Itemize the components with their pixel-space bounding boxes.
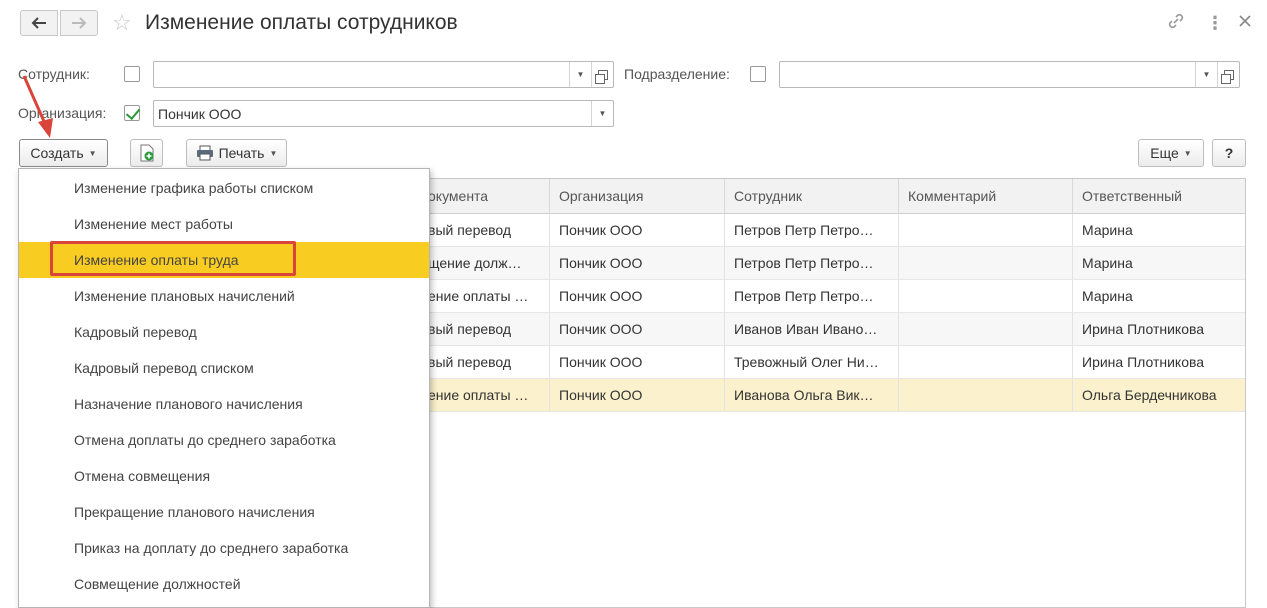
forward-button[interactable] — [60, 10, 98, 36]
menu-item[interactable]: Изменение мест работы — [19, 206, 429, 242]
table-cell: Тревожный Олег Ни… — [724, 346, 898, 378]
table-cell: Пончик ООО — [549, 313, 724, 345]
organization-checkbox[interactable] — [124, 105, 140, 121]
arrow-right-icon — [72, 17, 87, 29]
table-cell: Иванов Иван Ивано… — [724, 313, 898, 345]
table-cell: Ирина Плотникова — [1072, 346, 1247, 378]
table-cell: вый перевод — [428, 222, 512, 238]
arrow-left-icon — [31, 17, 46, 29]
close-icon[interactable] — [1237, 11, 1253, 35]
print-button-label: Печать — [218, 145, 265, 161]
more-vertical-icon[interactable]: ⋮ — [1206, 11, 1224, 35]
department-field[interactable]: ▼ — [779, 61, 1240, 88]
more-button-label: Еще — [1150, 145, 1179, 161]
organization-field[interactable]: Пончик ООО ▼ — [153, 100, 614, 127]
table-cell: ение оплаты … — [428, 288, 529, 304]
table-cell: Марина — [1072, 280, 1247, 312]
table-cell — [898, 379, 1072, 411]
help-button[interactable]: ? — [1212, 139, 1246, 167]
table-cell — [898, 247, 1072, 279]
menu-item[interactable]: Кадровый перевод списком — [19, 350, 429, 386]
chevron-down-icon[interactable]: ▼ — [1195, 62, 1217, 87]
table-cell: Ирина Плотникова — [1072, 313, 1247, 345]
chevron-down-icon: ▼ — [1183, 148, 1192, 158]
open-icon[interactable] — [591, 62, 613, 87]
table-cell: Ольга Бердечникова — [1072, 379, 1247, 411]
organization-value[interactable]: Пончик ООО — [154, 101, 591, 126]
table-cell: Пончик ООО — [549, 379, 724, 411]
star-icon[interactable]: ☆ — [112, 10, 132, 36]
employee-value[interactable] — [154, 62, 569, 87]
table-cell — [898, 346, 1072, 378]
employee-field[interactable]: ▼ — [153, 61, 614, 88]
table-cell — [898, 214, 1072, 246]
chevron-down-icon[interactable]: ▼ — [591, 101, 613, 126]
menu-item[interactable]: Прекращение планового начисления — [19, 494, 429, 530]
link-icon[interactable] — [1166, 11, 1186, 37]
table-cell: щение долж… — [428, 255, 522, 271]
print-button[interactable]: Печать ▼ — [186, 139, 287, 167]
create-menu: Изменение графика работы списком Изменени… — [18, 168, 430, 608]
menu-item[interactable]: Кадровый перевод — [19, 314, 429, 350]
chevron-down-icon: ▼ — [88, 148, 97, 158]
column-header-responsible[interactable]: Ответственный — [1072, 179, 1247, 214]
employee-checkbox[interactable] — [124, 66, 140, 82]
department-checkbox[interactable] — [750, 66, 766, 82]
back-button[interactable] — [20, 10, 58, 36]
menu-item[interactable]: Отмена доплаты до среднего заработка — [19, 422, 429, 458]
menu-item[interactable]: Назначение планового начисления — [19, 386, 429, 422]
table-cell: Петров Петр Петро… — [724, 280, 898, 312]
printer-icon — [196, 145, 213, 161]
table-cell — [898, 313, 1072, 345]
table-cell: ение оплаты … — [428, 387, 529, 403]
help-button-label: ? — [1224, 145, 1234, 161]
table-cell — [898, 280, 1072, 312]
open-icon[interactable] — [1217, 62, 1239, 87]
menu-item[interactable]: Приказ на доплату до среднего заработка — [19, 530, 429, 566]
document-add-icon — [140, 144, 153, 162]
department-label: Подразделение: — [624, 66, 730, 82]
chevron-down-icon[interactable]: ▼ — [569, 62, 591, 87]
table-cell: Пончик ООО — [549, 280, 724, 312]
table-cell: вый перевод — [428, 321, 512, 337]
page-title: Изменение оплаты сотрудников — [145, 11, 458, 34]
chevron-down-icon: ▼ — [269, 148, 278, 158]
table-cell: Иванова Ольга Вик… — [724, 379, 898, 411]
table-cell: Пончик ООО — [549, 214, 724, 246]
column-header-employee[interactable]: Сотрудник — [724, 179, 898, 214]
table-cell: Марина — [1072, 214, 1247, 246]
create-button-label: Создать — [30, 145, 84, 161]
more-button[interactable]: Еще ▼ — [1138, 139, 1204, 167]
highlight-annotation — [50, 241, 296, 276]
table-cell: Марина — [1072, 247, 1247, 279]
column-header-organization[interactable]: Организация — [549, 179, 724, 214]
table-cell: вый перевод — [428, 354, 512, 370]
annotation-arrow-icon — [22, 75, 53, 138]
menu-item[interactable]: Изменение графика работы списком — [19, 170, 429, 206]
table-cell: Петров Петр Петро… — [724, 214, 898, 246]
menu-item[interactable]: Изменение плановых начислений — [19, 278, 429, 314]
add-copy-button[interactable] — [130, 139, 163, 167]
table-cell: Пончик ООО — [549, 346, 724, 378]
table-cell: Петров Петр Петро… — [724, 247, 898, 279]
column-header-comment[interactable]: Комментарий — [898, 179, 1072, 214]
department-value[interactable] — [780, 62, 1195, 87]
menu-item[interactable]: Совмещение должностей — [19, 566, 429, 602]
table-cell: Пончик ООО — [549, 247, 724, 279]
menu-item[interactable]: Отмена совмещения — [19, 458, 429, 494]
